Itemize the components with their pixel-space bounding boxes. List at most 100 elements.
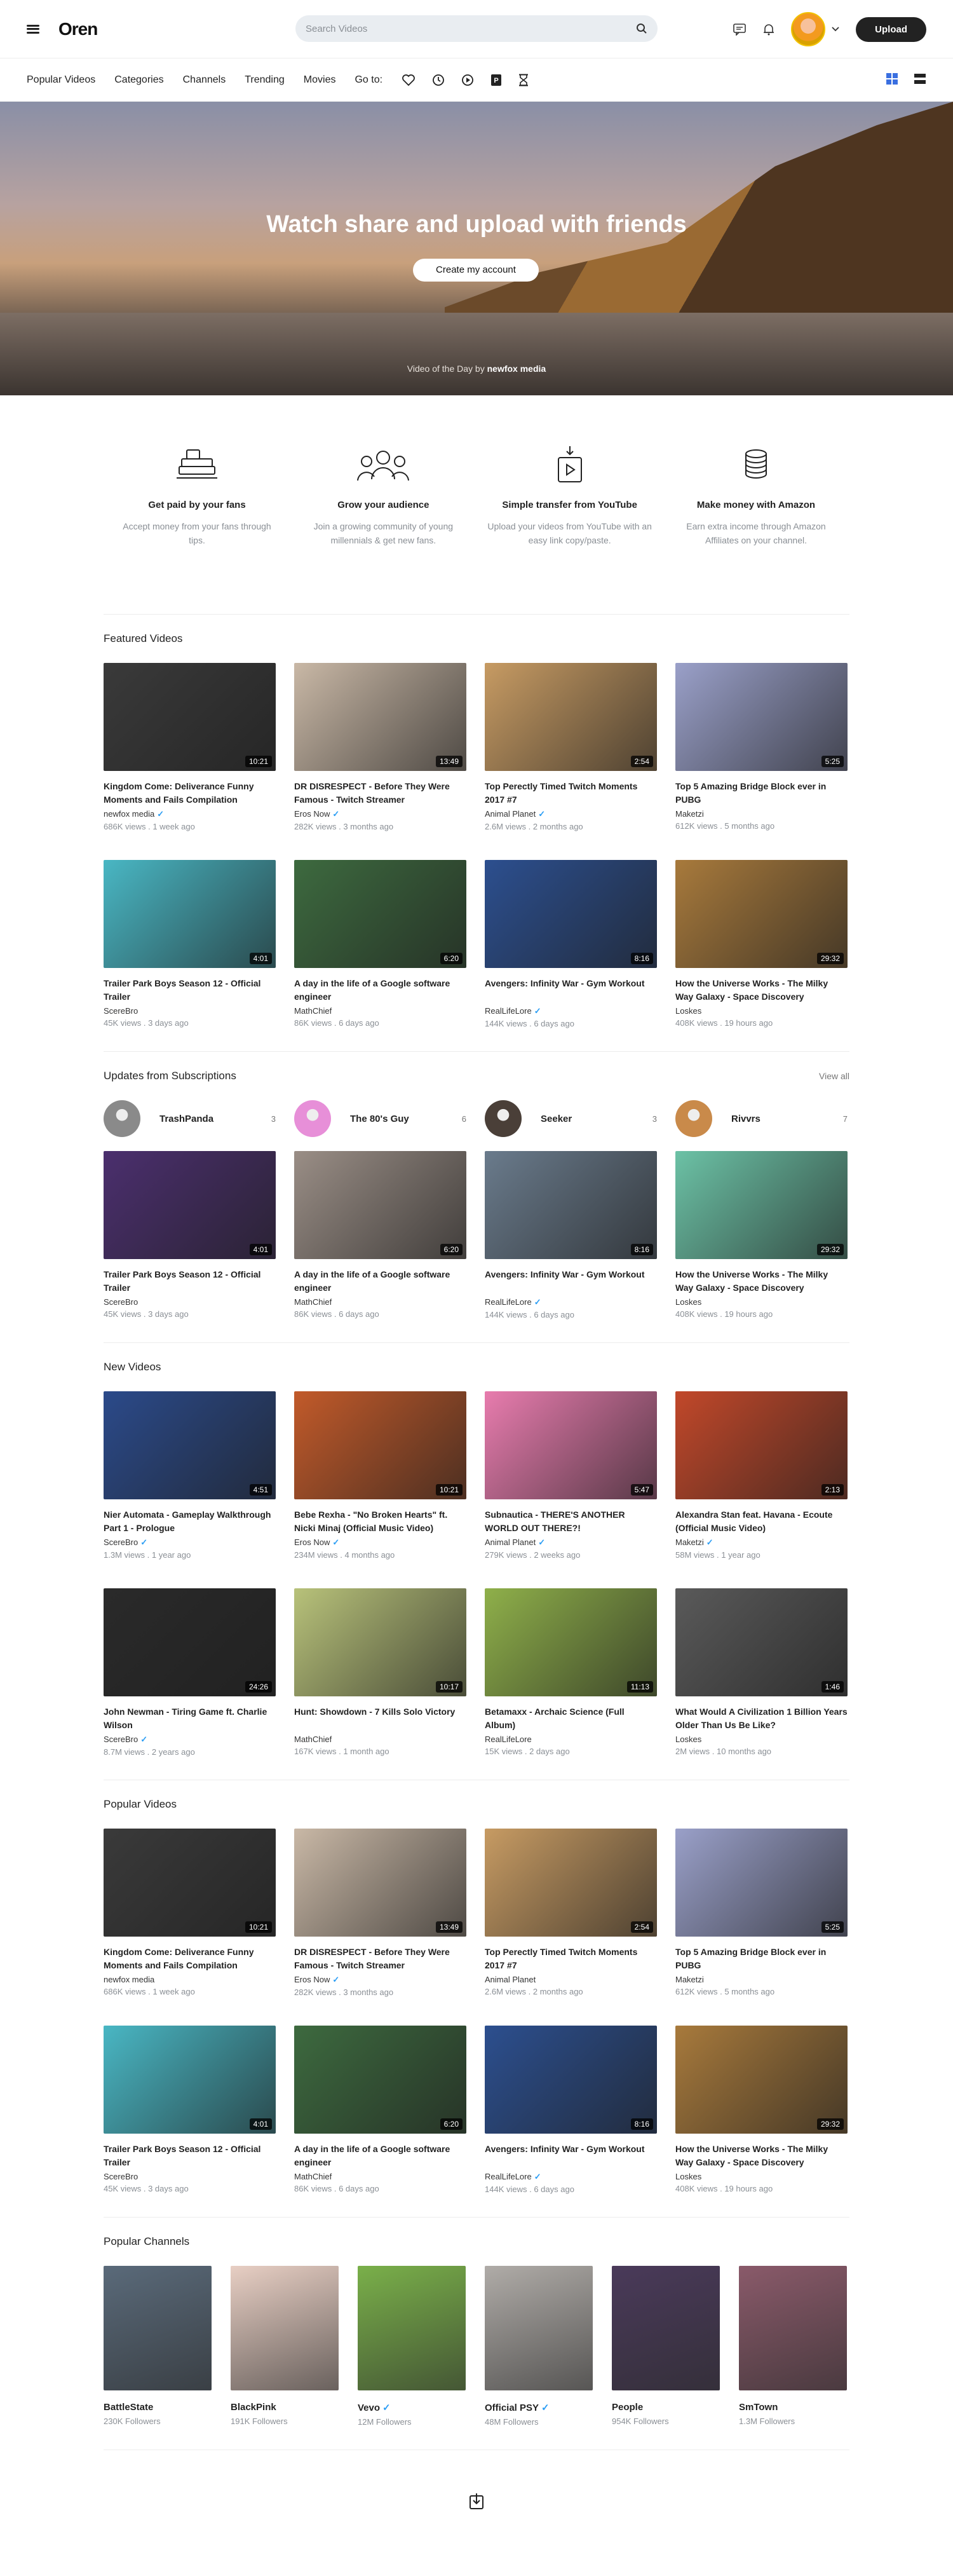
video-card[interactable]: 2:54 Top Perectly Timed Twitch Moments 20… — [485, 663, 657, 831]
channel-label[interactable]: Vevo — [358, 2402, 380, 2413]
channel-card[interactable]: People 954K Followers — [612, 2266, 720, 2427]
video-title[interactable]: Trailer Park Boys Season 12 - Official T… — [104, 2143, 276, 2169]
channel-name[interactable]: newfox media ✓ — [104, 809, 276, 819]
video-card[interactable]: 13:49 DR DISRESPECT - Before They Were Fa… — [294, 663, 466, 831]
video-title[interactable]: Avengers: Infinity War - Gym Workout — [485, 977, 657, 1004]
video-thumbnail[interactable]: 10:17 — [294, 1588, 466, 1696]
channel-label[interactable]: Loskes — [675, 1006, 701, 1016]
bell-icon[interactable] — [763, 23, 774, 36]
search-input[interactable]: Search Videos — [295, 15, 658, 42]
channel-label[interactable]: Loskes — [675, 1297, 701, 1307]
channel-card[interactable]: Vevo ✓ 12M Followers — [358, 2266, 466, 2427]
vod-channel-link[interactable]: newfox media — [487, 364, 546, 374]
video-thumbnail[interactable]: 5:25 — [675, 663, 848, 771]
channel-label[interactable]: Maketzi — [675, 1975, 704, 1984]
channel-card[interactable]: BlackPink 191K Followers — [231, 2266, 339, 2427]
video-thumbnail[interactable]: 2:54 — [485, 663, 657, 771]
channel-image[interactable] — [104, 2266, 212, 2390]
video-card[interactable]: 8:16 Avengers: Infinity War - Gym Workout… — [485, 860, 657, 1028]
channel-name[interactable]: Eros Now ✓ — [294, 1537, 466, 1548]
video-title[interactable]: Avengers: Infinity War - Gym Workout — [485, 1268, 657, 1295]
video-card[interactable]: 5:47 Subnautica - THERE'S ANOTHER WORLD O… — [485, 1391, 657, 1560]
channel-label[interactable]: MathChief — [294, 1734, 332, 1744]
video-thumbnail[interactable]: 6:20 — [294, 860, 466, 968]
channel-name[interactable]: TrashPanda — [159, 1114, 271, 1124]
channel-name[interactable]: Loskes — [675, 2172, 848, 2181]
video-card[interactable]: 29:32 How the Universe Works - The Milky … — [675, 1151, 848, 1319]
video-title[interactable]: What Would A Civilization 1 Billion Year… — [675, 1705, 848, 1732]
channel-label[interactable]: newfox media — [104, 1975, 154, 1984]
channel-label[interactable]: Animal Planet — [485, 1975, 536, 1984]
channel-label[interactable]: MathChief — [294, 2172, 332, 2181]
channel-label[interactable]: Maketzi — [675, 1537, 704, 1547]
channel-name[interactable]: Loskes — [675, 1006, 848, 1016]
channel-label[interactable]: Animal Planet — [485, 1537, 536, 1547]
video-title[interactable]: Hunt: Showdown - 7 Kills Solo Victory — [294, 1705, 466, 1732]
video-card[interactable]: 5:25 Top 5 Amazing Bridge Block ever in P… — [675, 1829, 848, 1997]
video-title[interactable]: Subnautica - THERE'S ANOTHER WORLD OUT T… — [485, 1508, 657, 1535]
pages-icon[interactable]: P — [490, 74, 502, 86]
video-card[interactable]: 2:13 Alexandra Stan feat. Havana - Ecoute… — [675, 1391, 848, 1560]
video-thumbnail[interactable]: 10:21 — [104, 1829, 276, 1937]
channel-name[interactable]: Eros Now ✓ — [294, 809, 466, 819]
view-all-link[interactable]: View all — [819, 1071, 849, 1081]
video-card[interactable]: 5:25 Top 5 Amazing Bridge Block ever in P… — [675, 663, 848, 831]
video-title[interactable]: Kingdom Come: Deliverance Funny Moments … — [104, 1946, 276, 1972]
clock-icon[interactable] — [432, 74, 445, 86]
heart-icon[interactable] — [402, 74, 416, 86]
video-title[interactable]: Avengers: Infinity War - Gym Workout — [485, 2143, 657, 2169]
subscription-channel[interactable]: Rivvrs 7 — [675, 1100, 848, 1137]
channel-name[interactable]: Animal Planet ✓ — [485, 1537, 657, 1548]
video-thumbnail[interactable]: 8:16 — [485, 860, 657, 968]
channel-label[interactable]: Eros Now — [294, 1537, 330, 1547]
list-view-icon[interactable] — [914, 72, 926, 85]
video-thumbnail[interactable]: 1:46 — [675, 1588, 848, 1696]
nav-trending[interactable]: Trending — [245, 74, 285, 86]
channel-name[interactable]: Official PSY ✓ — [485, 2402, 593, 2413]
video-card[interactable]: 8:16 Avengers: Infinity War - Gym Workout… — [485, 1151, 657, 1319]
channel-name[interactable]: SmTown — [739, 2402, 847, 2413]
video-title[interactable]: A day in the life of a Google software e… — [294, 2143, 466, 2169]
channel-name[interactable]: newfox media — [104, 1975, 276, 1984]
channel-label[interactable]: Loskes — [675, 2172, 701, 2181]
video-title[interactable]: How the Universe Works - The Milky Way G… — [675, 2143, 848, 2169]
video-thumbnail[interactable]: 24:26 — [104, 1588, 276, 1696]
channel-name[interactable]: Seeker — [541, 1114, 652, 1124]
video-card[interactable]: 8:16 Avengers: Infinity War - Gym Workout… — [485, 2026, 657, 2194]
video-thumbnail[interactable]: 4:51 — [104, 1391, 276, 1499]
upload-button[interactable]: Upload — [856, 17, 926, 42]
video-thumbnail[interactable]: 5:25 — [675, 1829, 848, 1937]
channel-name[interactable]: MathChief — [294, 1297, 466, 1307]
channel-image[interactable] — [485, 2266, 593, 2390]
channel-name[interactable]: Loskes — [675, 1297, 848, 1307]
video-thumbnail[interactable]: 6:20 — [294, 1151, 466, 1259]
video-title[interactable]: DR DISRESPECT - Before They Were Famous … — [294, 780, 466, 807]
video-title[interactable]: Nier Automata - Gameplay Walkthrough Par… — [104, 1508, 276, 1535]
video-card[interactable]: 10:21 Kingdom Come: Deliverance Funny Mom… — [104, 1829, 276, 1997]
channel-name[interactable]: ScereBro — [104, 1297, 276, 1307]
avatar[interactable] — [791, 12, 826, 46]
user-menu[interactable] — [791, 12, 839, 46]
channel-label[interactable]: MathChief — [294, 1006, 332, 1016]
load-more-icon[interactable] — [470, 2493, 483, 2509]
subscription-channel[interactable]: Seeker 3 — [485, 1100, 657, 1137]
video-card[interactable]: 13:49 DR DISRESPECT - Before They Were Fa… — [294, 1829, 466, 1997]
subscription-channel[interactable]: The 80's Guy 6 — [294, 1100, 466, 1137]
channel-name[interactable]: Maketzi — [675, 1975, 848, 1984]
channel-name[interactable]: RealLifeLore ✓ — [485, 1297, 657, 1307]
video-card[interactable]: 1:46 What Would A Civilization 1 Billion … — [675, 1588, 848, 1757]
channel-name[interactable]: Loskes — [675, 1734, 848, 1744]
channel-label[interactable]: SmTown — [739, 2402, 778, 2413]
channel-name[interactable]: RealLifeLore ✓ — [485, 2172, 657, 2182]
channel-name[interactable]: MathChief — [294, 2172, 466, 2181]
channel-label[interactable]: RealLifeLore — [485, 1297, 532, 1307]
video-thumbnail[interactable]: 8:16 — [485, 1151, 657, 1259]
video-thumbnail[interactable]: 8:16 — [485, 2026, 657, 2134]
video-thumbnail[interactable]: 10:21 — [294, 1391, 466, 1499]
video-card[interactable]: 10:17 Hunt: Showdown - 7 Kills Solo Victo… — [294, 1588, 466, 1757]
channel-card[interactable]: SmTown 1.3M Followers — [739, 2266, 847, 2427]
video-thumbnail[interactable]: 29:32 — [675, 1151, 848, 1259]
channel-label[interactable]: RealLifeLore — [485, 1734, 532, 1744]
channel-name[interactable]: ScereBro ✓ — [104, 1734, 276, 1745]
play-circle-icon[interactable] — [461, 74, 474, 86]
